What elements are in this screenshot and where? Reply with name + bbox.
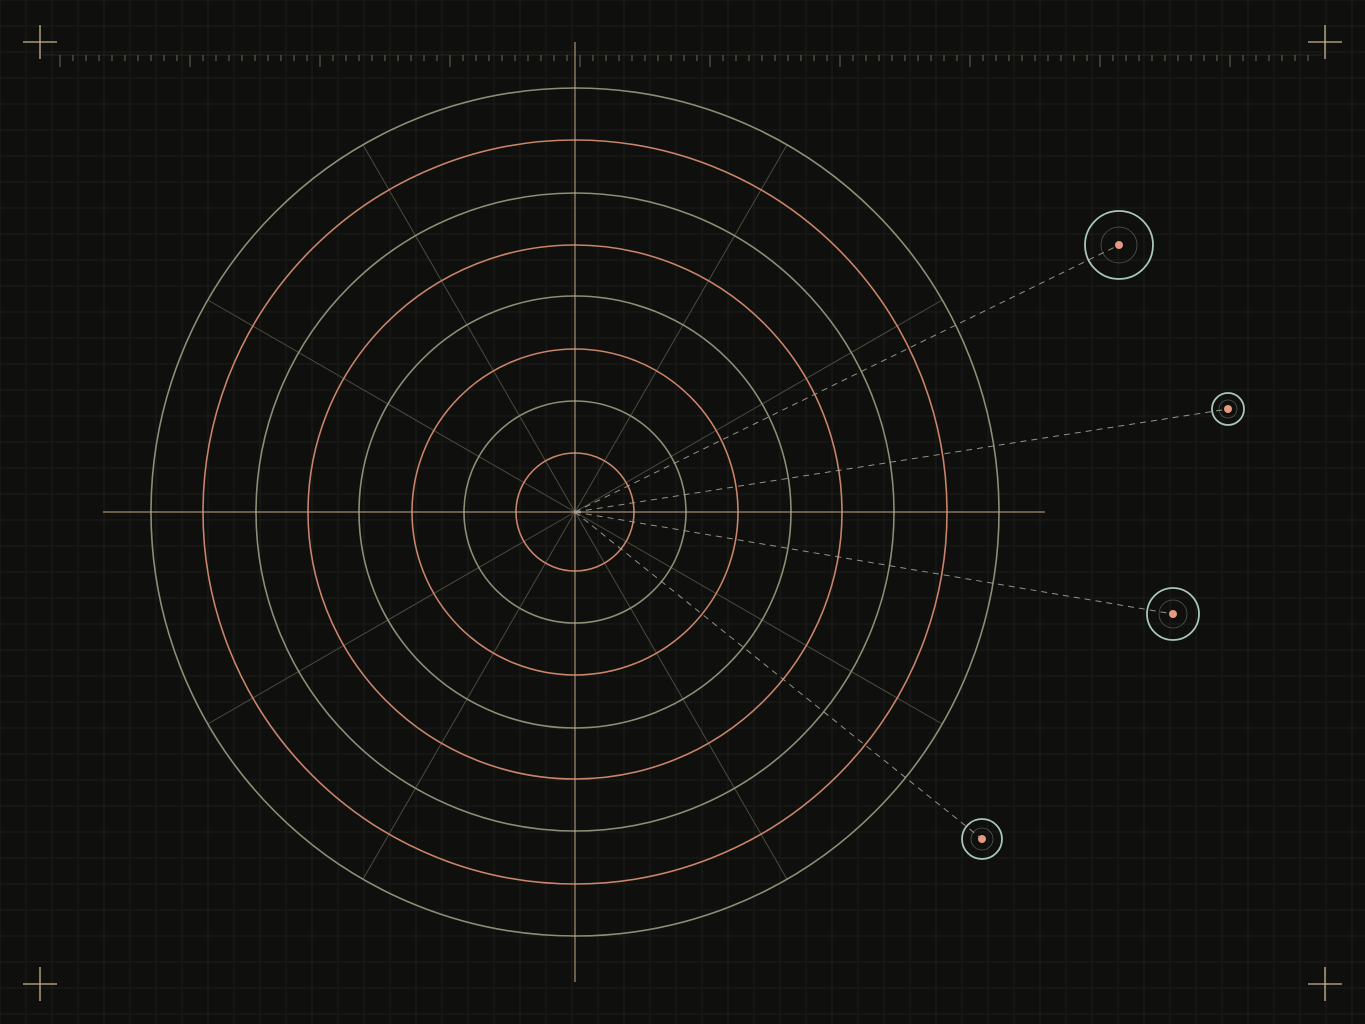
- center-crosshair: [103, 42, 1045, 982]
- node-core-dot: [1224, 405, 1232, 413]
- radial-spoke: [362, 144, 576, 513]
- leader-line: [574, 244, 1120, 513]
- corner-crosshair-icon: [1308, 25, 1342, 59]
- target-node: [1146, 587, 1200, 641]
- target-node: [961, 818, 1003, 860]
- corner-crosshair-icon: [1308, 967, 1342, 1001]
- node-core-dot: [1169, 610, 1177, 618]
- target-nodes: [961, 210, 1245, 860]
- target-node: [1211, 392, 1245, 426]
- node-core-dot: [1115, 241, 1123, 249]
- radial-spoke: [574, 511, 943, 725]
- radial-spoke: [574, 511, 788, 880]
- radar-diagram: [0, 0, 1365, 1024]
- leader-line: [574, 511, 1174, 615]
- radial-spoke: [362, 511, 576, 880]
- radial-spoke: [574, 299, 943, 513]
- target-node: [1084, 210, 1154, 280]
- radar-canvas: [0, 0, 1365, 1024]
- radial-spoke: [574, 144, 788, 513]
- node-core-dot: [978, 835, 986, 843]
